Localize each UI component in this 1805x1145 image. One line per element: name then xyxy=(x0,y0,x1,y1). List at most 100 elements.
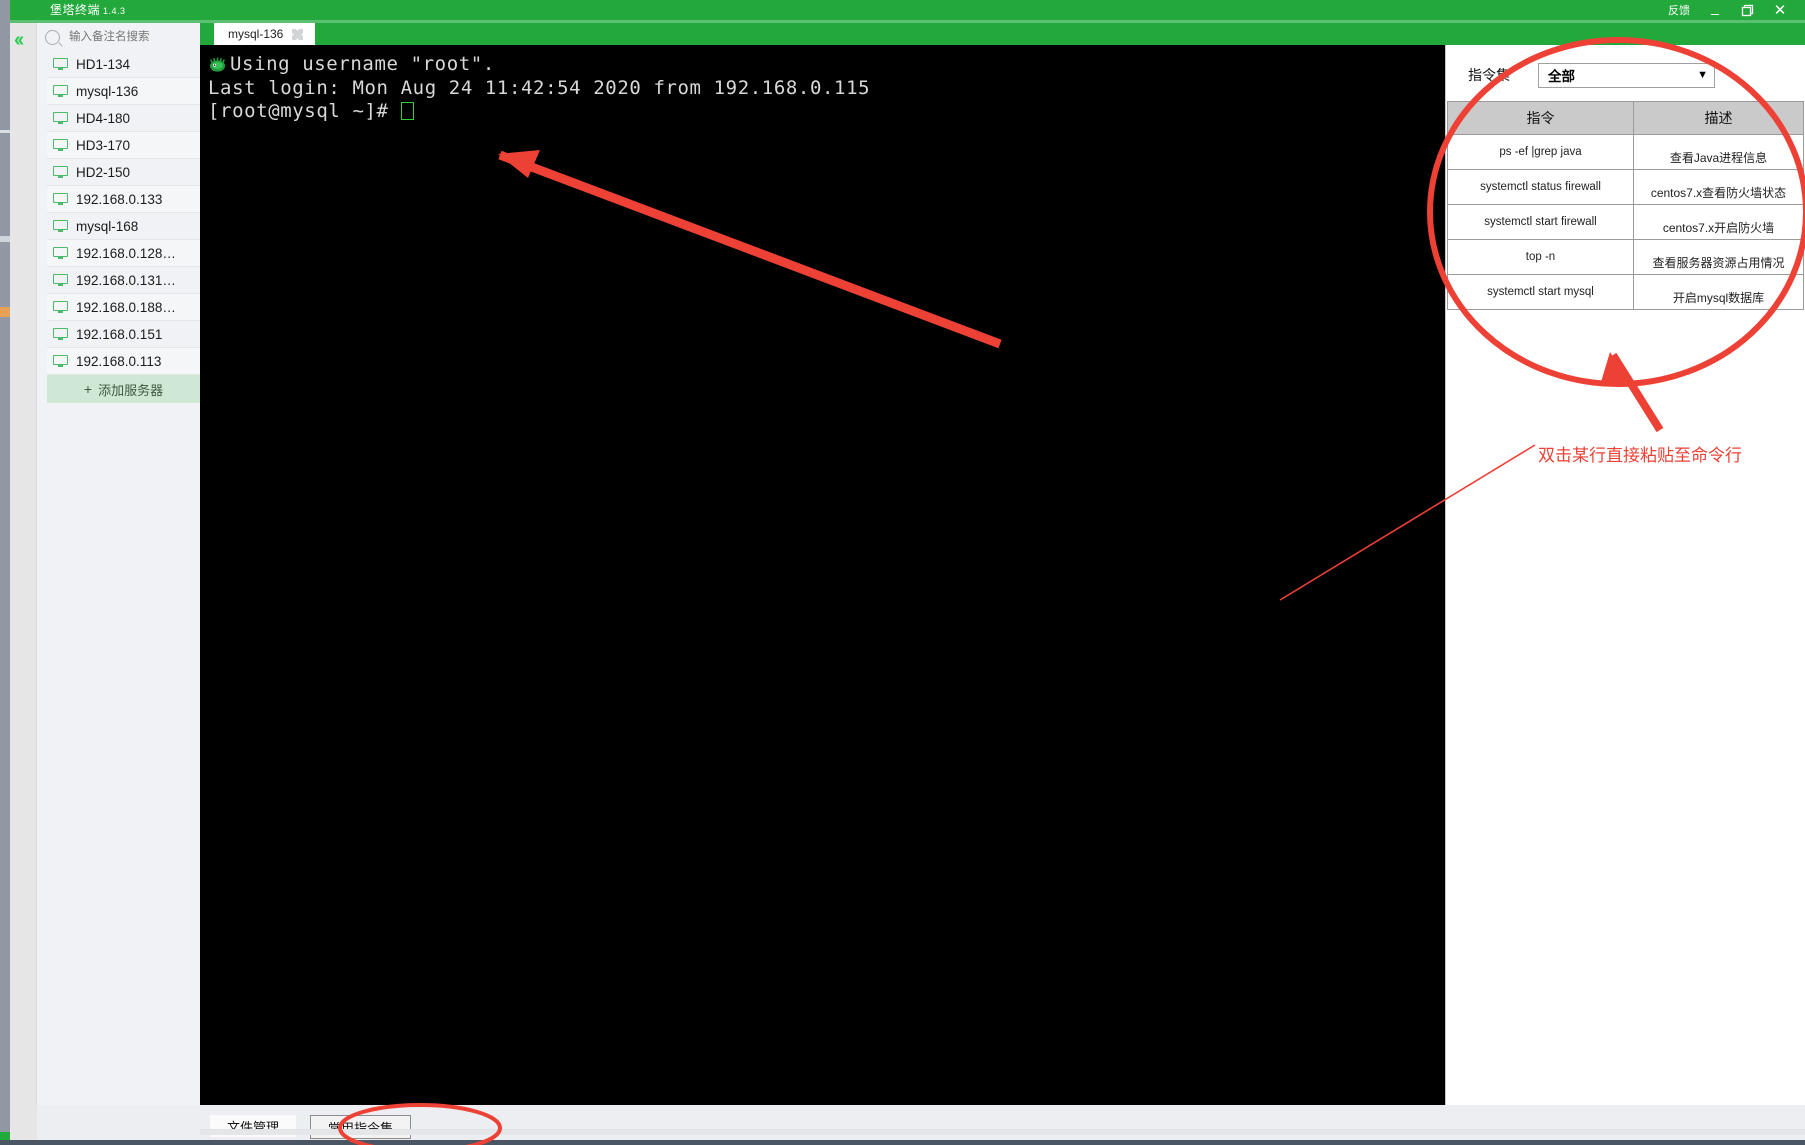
desktop-artifact xyxy=(0,236,10,242)
monitor-icon xyxy=(53,166,68,178)
sidebar-item-server[interactable]: 192.168.0.133 xyxy=(47,186,200,213)
sidebar-item-server[interactable]: mysql-136 xyxy=(47,78,200,105)
monitor-icon xyxy=(53,58,68,70)
sidebar: HD1-134 mysql-136 HD4-180 HD3-170 HD2-15… xyxy=(37,23,201,1129)
monitor-icon xyxy=(53,274,68,286)
server-label: HD1-134 xyxy=(76,56,131,72)
bottom-bar: 文件管理 常用指令集 xyxy=(200,1105,1805,1145)
search-icon xyxy=(45,29,60,45)
add-server-button[interactable]: + 添加服务器 xyxy=(47,375,200,403)
description-cell: 查看Java进程信息 xyxy=(1633,134,1804,170)
server-label: 192.168.0.131… xyxy=(76,272,176,288)
monitor-icon xyxy=(53,355,68,367)
sidebar-item-server[interactable]: 192.168.0.113 xyxy=(47,348,200,375)
close-icon[interactable]: ✕ xyxy=(1763,0,1797,20)
monitor-icon xyxy=(53,139,68,151)
server-label: 192.168.0.151 xyxy=(76,326,163,342)
server-label: mysql-168 xyxy=(76,218,139,234)
turtle-logo-icon xyxy=(208,55,227,73)
server-label: 192.168.0.128… xyxy=(76,245,176,261)
sidebar-item-server[interactable]: HD1-134 xyxy=(47,51,200,78)
app-version: 1.4.3 xyxy=(103,6,126,16)
monitor-icon xyxy=(53,328,68,340)
title-bar: 堡塔终端 1.4.3 反馈 _ ✕ xyxy=(10,0,1805,20)
command-set-selector-row: 指令集 全部 ▼ xyxy=(1446,59,1805,91)
app-window: 堡塔终端 1.4.3 反馈 _ ✕ ‹‹ 输入备注名搜索 HD1-134 mys… xyxy=(0,0,1805,1145)
table-row[interactable]: top -n 查看服务器资源占用情况 xyxy=(1447,239,1804,275)
server-label: 192.168.0.133 xyxy=(76,191,163,207)
command-cell: ps -ef |grep java xyxy=(1447,134,1634,170)
double-chevron-left-icon[interactable]: ‹‹ xyxy=(14,30,24,50)
restore-icon[interactable] xyxy=(1731,0,1763,20)
command-set-dropdown[interactable]: 全部 ▼ xyxy=(1538,62,1715,88)
tab-strip: mysql-136 xyxy=(200,23,1805,45)
monitor-icon xyxy=(53,247,68,259)
desktop-artifact xyxy=(0,307,10,317)
monitor-icon xyxy=(53,85,68,97)
sidebar-collapse-strip: ‹‹ xyxy=(10,23,37,1129)
table-row[interactable]: systemctl start mysql 开启mysql数据库 xyxy=(1447,274,1804,310)
command-cell: systemctl start mysql xyxy=(1447,274,1634,310)
desktop-edge-sliver xyxy=(0,0,10,1145)
desktop-artifact xyxy=(0,130,10,133)
sidebar-item-server[interactable]: 192.168.0.131… xyxy=(47,267,200,294)
bottom-tab-group: 文件管理 常用指令集 xyxy=(210,1115,412,1139)
bottom-shadow xyxy=(200,1129,1805,1135)
table-row[interactable]: systemctl start firewall centos7.x开启防火墙 xyxy=(1447,204,1804,240)
command-cell: top -n xyxy=(1447,239,1634,275)
terminal-cursor xyxy=(400,102,414,120)
sidebar-item-server[interactable]: HD2-150 xyxy=(47,159,200,186)
sidebar-item-server[interactable]: HD3-170 xyxy=(47,132,200,159)
sidebar-item-server[interactable]: HD4-180 xyxy=(47,105,200,132)
server-label: HD4-180 xyxy=(76,110,131,126)
description-cell: 查看服务器资源占用情况 xyxy=(1633,239,1804,275)
table-row[interactable]: systemctl status firewall centos7.x查看防火墙… xyxy=(1447,169,1804,205)
column-header-command: 指令 xyxy=(1447,101,1634,135)
monitor-icon xyxy=(53,301,68,313)
description-cell: centos7.x查看防火墙状态 xyxy=(1633,169,1804,205)
column-header-description: 描述 xyxy=(1633,101,1804,135)
bottom-left-strip xyxy=(37,1105,200,1145)
table-header-row: 指令 描述 xyxy=(1447,101,1804,135)
app-title: 堡塔终端 1.4.3 xyxy=(50,2,126,20)
terminal-output[interactable]: Using username "root". Last login: Mon A… xyxy=(200,45,1445,1105)
command-cell: systemctl start firewall xyxy=(1447,204,1634,240)
sidebar-item-server[interactable]: 192.168.0.151 xyxy=(47,321,200,348)
command-cell: systemctl status firewall xyxy=(1447,169,1634,205)
tab-mysql-136[interactable]: mysql-136 xyxy=(214,23,316,45)
search-input[interactable] xyxy=(67,30,191,44)
table-row[interactable]: ps -ef |grep java 查看Java进程信息 xyxy=(1447,134,1804,170)
plus-icon: + xyxy=(83,381,93,397)
tab-label: mysql-136 xyxy=(228,27,284,41)
monitor-icon xyxy=(53,220,68,232)
server-label: mysql-136 xyxy=(76,83,139,99)
monitor-icon xyxy=(53,112,68,124)
terminal-line-2: Last login: Mon Aug 24 11:42:54 2020 fro… xyxy=(208,76,871,99)
server-label: 192.168.0.113 xyxy=(76,353,162,369)
sidebar-item-server[interactable]: 192.168.0.188… xyxy=(47,294,200,321)
bottom-left-filler xyxy=(10,1105,200,1145)
window-controls: 反馈 _ ✕ xyxy=(1659,0,1797,20)
main-window: 堡塔终端 1.4.3 反馈 _ ✕ ‹‹ 输入备注名搜索 HD1-134 mys… xyxy=(10,0,1805,1145)
description-cell: centos7.x开启防火墙 xyxy=(1633,204,1804,240)
description-cell: 开启mysql数据库 xyxy=(1633,274,1804,310)
annotation-caption: 双击某行直接粘贴至命令行 xyxy=(1538,446,1742,465)
monitor-icon xyxy=(53,193,68,205)
app-title-text: 堡塔终端 xyxy=(50,3,101,17)
command-set-panel: 指令集 全部 ▼ 指令 描述 ps -ef |grep java 查看Java进… xyxy=(1445,45,1805,1105)
server-label: HD3-170 xyxy=(76,137,131,153)
sidebar-item-server[interactable]: mysql-168 xyxy=(47,213,200,240)
close-tab-icon[interactable] xyxy=(290,27,305,42)
add-server-label: 添加服务器 xyxy=(98,382,164,398)
command-table: 指令 描述 ps -ef |grep java 查看Java进程信息 syste… xyxy=(1447,101,1804,310)
terminal-text: Using username "root". Last login: Mon A… xyxy=(200,45,1445,124)
terminal-line-3: [root@mysql ~]# xyxy=(208,100,401,122)
server-list: HD1-134 mysql-136 HD4-180 HD3-170 HD2-15… xyxy=(47,51,200,403)
feedback-button[interactable]: 反馈 xyxy=(1659,0,1699,20)
bottom-left-edge xyxy=(10,1105,38,1145)
chevron-down-icon: ▼ xyxy=(1697,69,1708,81)
tab-common-commands[interactable]: 常用指令集 xyxy=(310,1115,412,1139)
sidebar-item-server[interactable]: 192.168.0.128… xyxy=(47,240,200,267)
server-label: 192.168.0.188… xyxy=(76,299,176,315)
server-label: HD2-150 xyxy=(76,164,131,180)
